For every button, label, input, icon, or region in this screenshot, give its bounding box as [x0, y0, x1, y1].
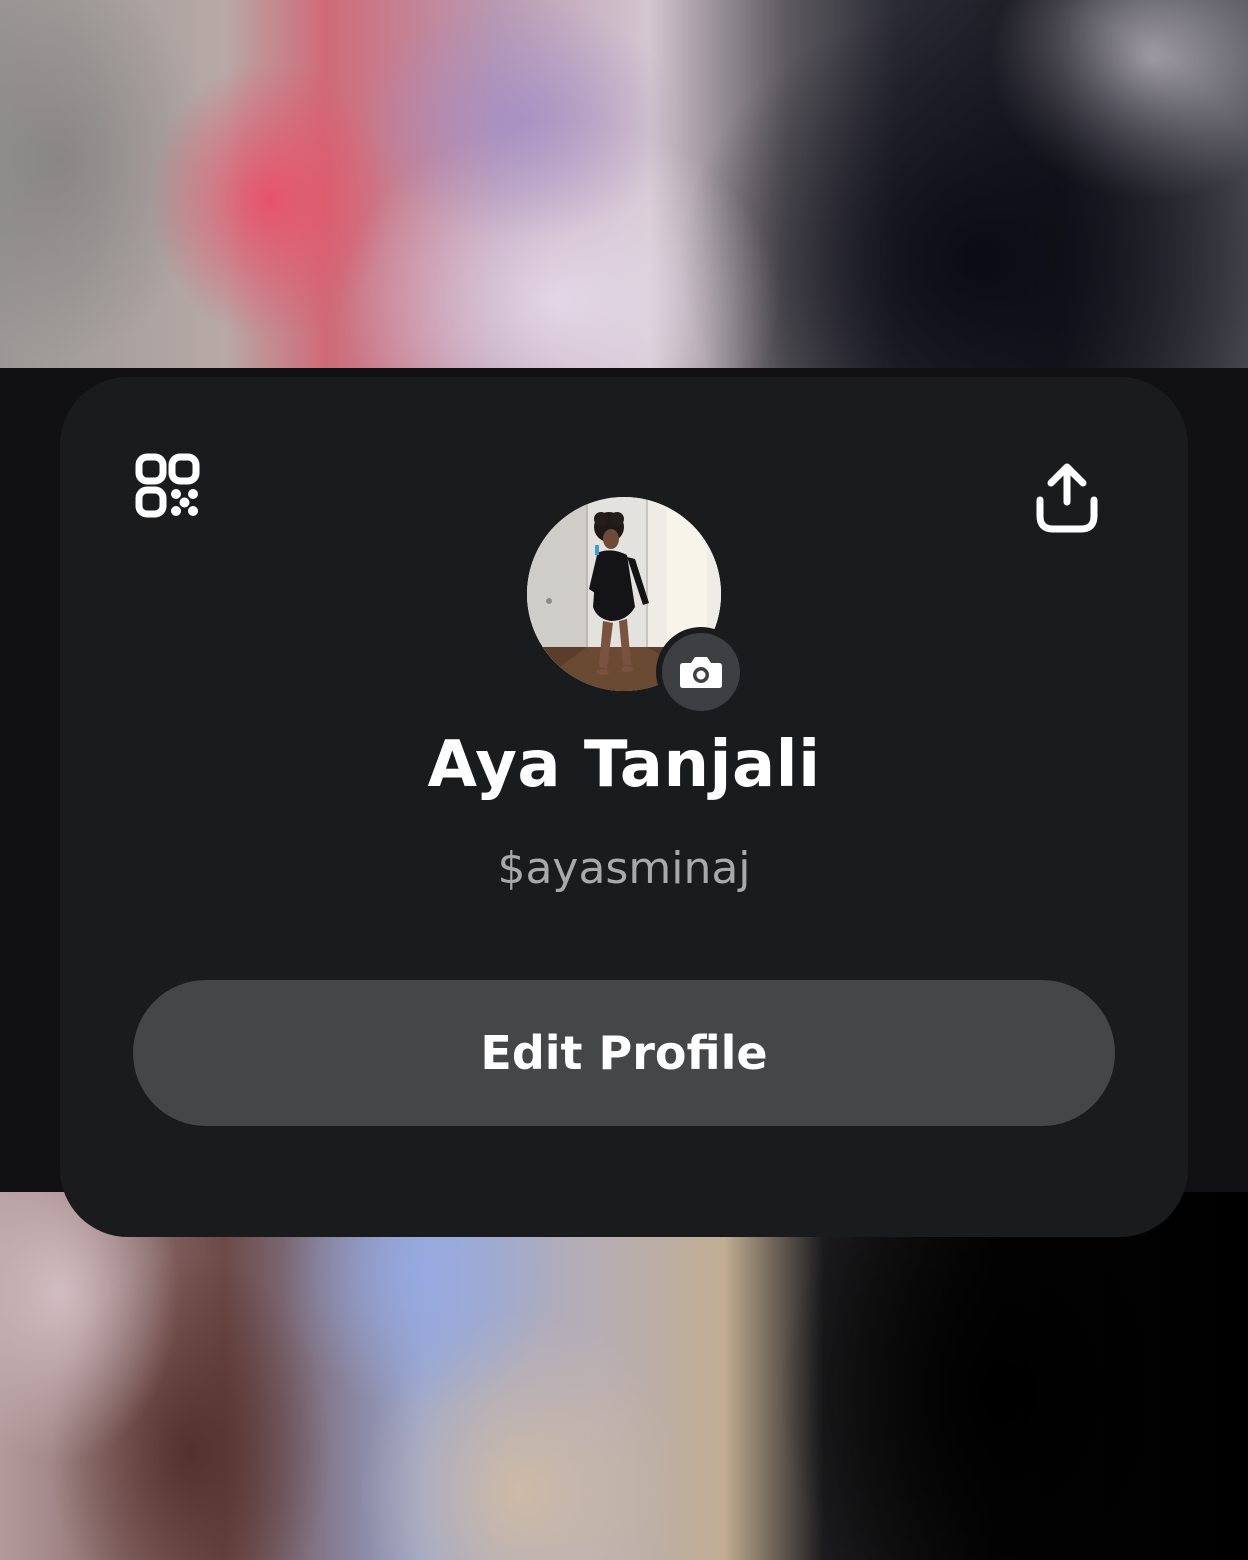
- qr-code-icon: [135, 453, 200, 518]
- cashtag: $ayasminaj: [497, 843, 751, 894]
- share-button[interactable]: [1034, 462, 1100, 534]
- camera-icon: [680, 657, 722, 688]
- blurred-background-bottom: [0, 1192, 1248, 1560]
- blurred-background-top: [0, 0, 1248, 368]
- display-name: Aya Tanjali: [427, 728, 821, 802]
- share-icon: [1036, 463, 1098, 533]
- qr-code-button[interactable]: [134, 452, 202, 520]
- change-photo-button[interactable]: [662, 633, 740, 711]
- screen: Aya Tanjali $ayasminaj Edit Profile: [0, 0, 1248, 1560]
- edit-profile-button[interactable]: Edit Profile: [133, 980, 1115, 1126]
